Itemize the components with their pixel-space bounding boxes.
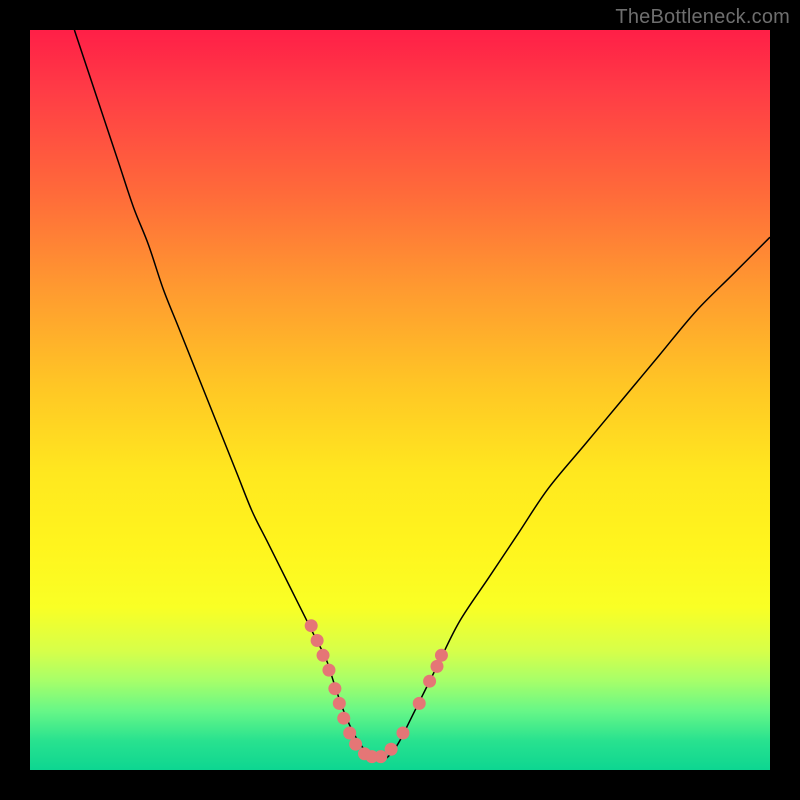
curve-marker <box>385 743 398 756</box>
plot-area <box>30 30 770 770</box>
curve-marker <box>311 634 324 647</box>
curve-marker <box>337 712 350 725</box>
attribution-label: TheBottleneck.com <box>615 6 790 29</box>
curve-marker <box>349 738 362 751</box>
curve-marker <box>423 675 436 688</box>
curve-marker <box>333 697 346 710</box>
curve-marker <box>322 664 335 677</box>
curve-marker <box>305 619 318 632</box>
curve-marker <box>435 649 448 662</box>
curve-marker <box>396 727 409 740</box>
chart-frame: TheBottleneck.com <box>0 0 800 800</box>
curve-marker <box>328 682 341 695</box>
chart-svg <box>30 30 770 770</box>
curve-markers <box>305 619 448 763</box>
bottleneck-curve <box>74 30 770 760</box>
curve-marker <box>317 649 330 662</box>
curve-marker <box>413 697 426 710</box>
curve-marker <box>343 727 356 740</box>
curve-marker <box>431 660 444 673</box>
